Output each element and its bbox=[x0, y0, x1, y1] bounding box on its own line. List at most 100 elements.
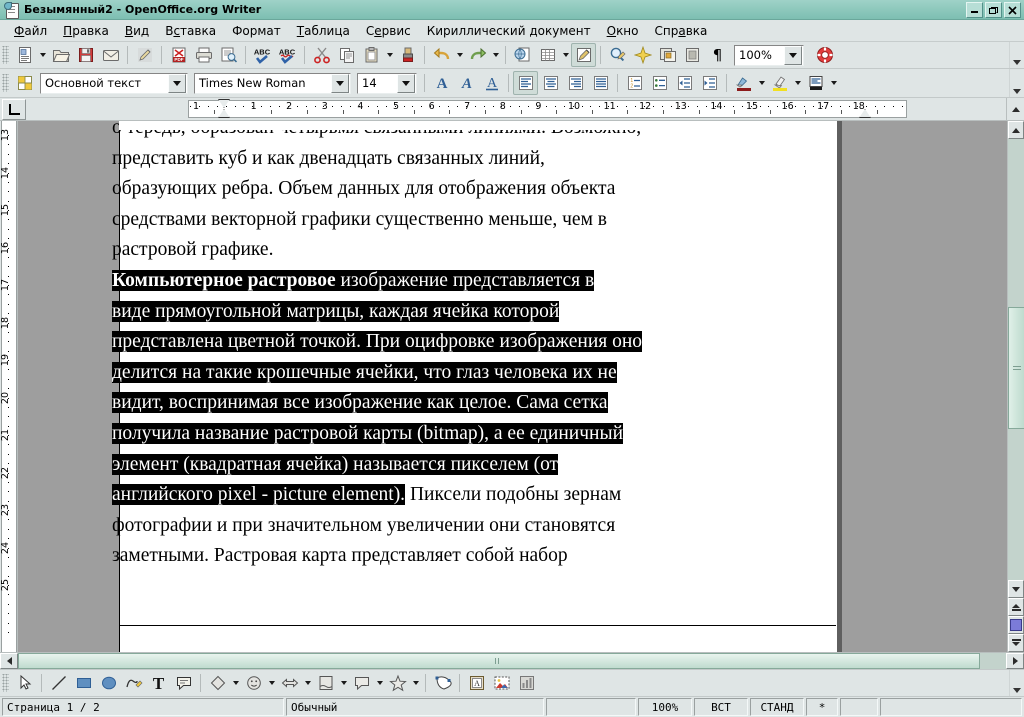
insert-image-button[interactable] bbox=[489, 671, 514, 695]
font-size-dropdown-button[interactable] bbox=[397, 73, 415, 93]
cut-button[interactable] bbox=[309, 43, 334, 67]
save-button[interactable] bbox=[73, 43, 98, 67]
align-left-button[interactable] bbox=[513, 71, 538, 95]
formatting-toolbar-overflow-button[interactable] bbox=[1009, 69, 1024, 97]
scroll-right-button[interactable] bbox=[1006, 653, 1024, 669]
ellipse-tool-button[interactable] bbox=[96, 671, 121, 695]
zoom-dropdown-button[interactable] bbox=[784, 45, 802, 65]
vertical-ruler[interactable]: 13 14 15 16 17 18 19 20 21 22 23 24 25 bbox=[0, 121, 18, 652]
print-button[interactable] bbox=[191, 43, 216, 67]
basic-shapes-dropdown[interactable] bbox=[230, 672, 241, 694]
gallery-button[interactable] bbox=[630, 43, 655, 67]
block-arrows-dropdown[interactable] bbox=[302, 672, 313, 694]
menu-edit[interactable]: Правка bbox=[55, 22, 117, 40]
block-arrows-button[interactable] bbox=[277, 671, 302, 695]
italic-button[interactable]: A bbox=[454, 71, 479, 95]
horizontal-scroll-thumb[interactable] bbox=[18, 653, 980, 669]
flowchart-shapes-button[interactable] bbox=[313, 671, 338, 695]
horizontal-scrollbar[interactable] bbox=[0, 652, 1024, 669]
redo-button[interactable] bbox=[465, 43, 490, 67]
next-page-button[interactable] bbox=[1008, 634, 1024, 652]
show-draw-functions-button[interactable] bbox=[571, 43, 596, 67]
horizontal-scroll-track[interactable] bbox=[18, 653, 1006, 669]
formatting-marks-button[interactable]: ¶ bbox=[705, 43, 730, 67]
font-name-dropdown-button[interactable] bbox=[331, 73, 349, 93]
horizontal-ruler[interactable]: 1 1 2 3 4 5 6 7 8 9 10 11 12 13 14 15 16 17 18 bbox=[28, 98, 1006, 120]
vertical-scroll-track[interactable] bbox=[1008, 139, 1024, 580]
select-tool-button[interactable] bbox=[12, 671, 37, 695]
standard-toolbar-overflow-button[interactable] bbox=[1009, 42, 1024, 68]
navigator-button[interactable] bbox=[655, 43, 680, 67]
numbered-list-button[interactable]: 1 2 bbox=[622, 71, 647, 95]
fontwork-gallery-button[interactable]: A bbox=[464, 671, 489, 695]
spellcheck-button[interactable]: ABC bbox=[250, 43, 275, 67]
paragraph-style-dropdown-button[interactable] bbox=[168, 73, 186, 93]
stars-shapes-dropdown[interactable] bbox=[410, 672, 421, 694]
page-preview-button[interactable] bbox=[680, 43, 705, 67]
insert-table-dropdown[interactable] bbox=[560, 44, 571, 66]
freeform-line-tool-button[interactable] bbox=[121, 671, 146, 695]
menu-tools[interactable]: Сервис bbox=[358, 22, 419, 40]
text-tool-button[interactable]: T bbox=[146, 671, 171, 695]
scroll-up-corner-button[interactable] bbox=[1006, 98, 1024, 120]
line-tool-button[interactable] bbox=[46, 671, 71, 695]
points-button[interactable] bbox=[430, 671, 455, 695]
highlighting-button[interactable] bbox=[767, 71, 792, 95]
underline-button[interactable]: A bbox=[479, 71, 504, 95]
paste-dropdown[interactable] bbox=[384, 44, 395, 66]
open-button[interactable] bbox=[48, 43, 73, 67]
callout-tool-button[interactable] bbox=[171, 671, 196, 695]
highlighting-dropdown[interactable] bbox=[792, 72, 803, 94]
document-canvas[interactable]: о тередь, образован четырьмя связанными … bbox=[18, 121, 1007, 652]
navigation-object-button[interactable] bbox=[1008, 616, 1024, 634]
font-size-combo[interactable]: 14 bbox=[357, 72, 417, 94]
status-language[interactable] bbox=[546, 698, 636, 716]
close-button[interactable] bbox=[1004, 2, 1021, 18]
decrease-indent-button[interactable] bbox=[672, 71, 697, 95]
toolbar-grip[interactable] bbox=[2, 674, 9, 692]
rectangle-tool-button[interactable] bbox=[71, 671, 96, 695]
maximize-button[interactable] bbox=[985, 2, 1002, 18]
minimize-button[interactable] bbox=[966, 2, 983, 18]
email-document-button[interactable] bbox=[98, 43, 123, 67]
edit-file-button[interactable] bbox=[132, 43, 157, 67]
status-zoom[interactable]: 100% bbox=[638, 698, 692, 716]
scroll-up-button[interactable] bbox=[1008, 121, 1024, 139]
new-document-dropdown[interactable] bbox=[37, 44, 48, 66]
status-digital-signature[interactable] bbox=[840, 698, 878, 716]
vertical-scrollbar[interactable] bbox=[1007, 121, 1024, 652]
autospellcheck-button[interactable]: ABC bbox=[275, 43, 300, 67]
menu-help[interactable]: Справка bbox=[647, 22, 716, 40]
vertical-scroll-thumb[interactable] bbox=[1008, 307, 1024, 429]
menu-cyrillic-document[interactable]: Кириллический документ bbox=[419, 22, 599, 40]
flowchart-shapes-dropdown[interactable] bbox=[338, 672, 349, 694]
bulleted-list-button[interactable] bbox=[647, 71, 672, 95]
status-modified[interactable]: * bbox=[806, 698, 838, 716]
menu-view[interactable]: Вид bbox=[117, 22, 157, 40]
tab-stop-selector-button[interactable] bbox=[2, 99, 26, 120]
callout-shapes-button[interactable] bbox=[349, 671, 374, 695]
status-page-style[interactable]: Обычный bbox=[286, 698, 544, 716]
menu-file[interactable]: Файл bbox=[6, 22, 55, 40]
print-preview-button[interactable] bbox=[216, 43, 241, 67]
callout-shapes-dropdown[interactable] bbox=[374, 672, 385, 694]
menu-window[interactable]: Окно bbox=[599, 22, 647, 40]
symbol-shapes-button[interactable] bbox=[241, 671, 266, 695]
status-selection-mode[interactable]: СТАНД bbox=[750, 698, 804, 716]
background-color-dropdown[interactable] bbox=[828, 72, 839, 94]
clone-formatting-button[interactable] bbox=[395, 43, 420, 67]
align-center-button[interactable] bbox=[538, 71, 563, 95]
menu-table[interactable]: Таблица bbox=[289, 22, 358, 40]
status-page[interactable]: Страница 1 / 2 bbox=[2, 698, 284, 716]
toolbar-grip[interactable] bbox=[2, 74, 9, 92]
scroll-down-button[interactable] bbox=[1008, 580, 1024, 598]
redo-dropdown[interactable] bbox=[490, 44, 501, 66]
insert-table-button[interactable] bbox=[535, 43, 560, 67]
status-insert-mode[interactable]: ВСТ bbox=[694, 698, 748, 716]
bold-button[interactable]: A bbox=[429, 71, 454, 95]
styles-and-formatting-button[interactable] bbox=[12, 71, 37, 95]
align-justify-button[interactable] bbox=[588, 71, 613, 95]
toolbar-grip[interactable] bbox=[2, 46, 9, 64]
stars-shapes-button[interactable] bbox=[385, 671, 410, 695]
hyperlink-button[interactable] bbox=[510, 43, 535, 67]
